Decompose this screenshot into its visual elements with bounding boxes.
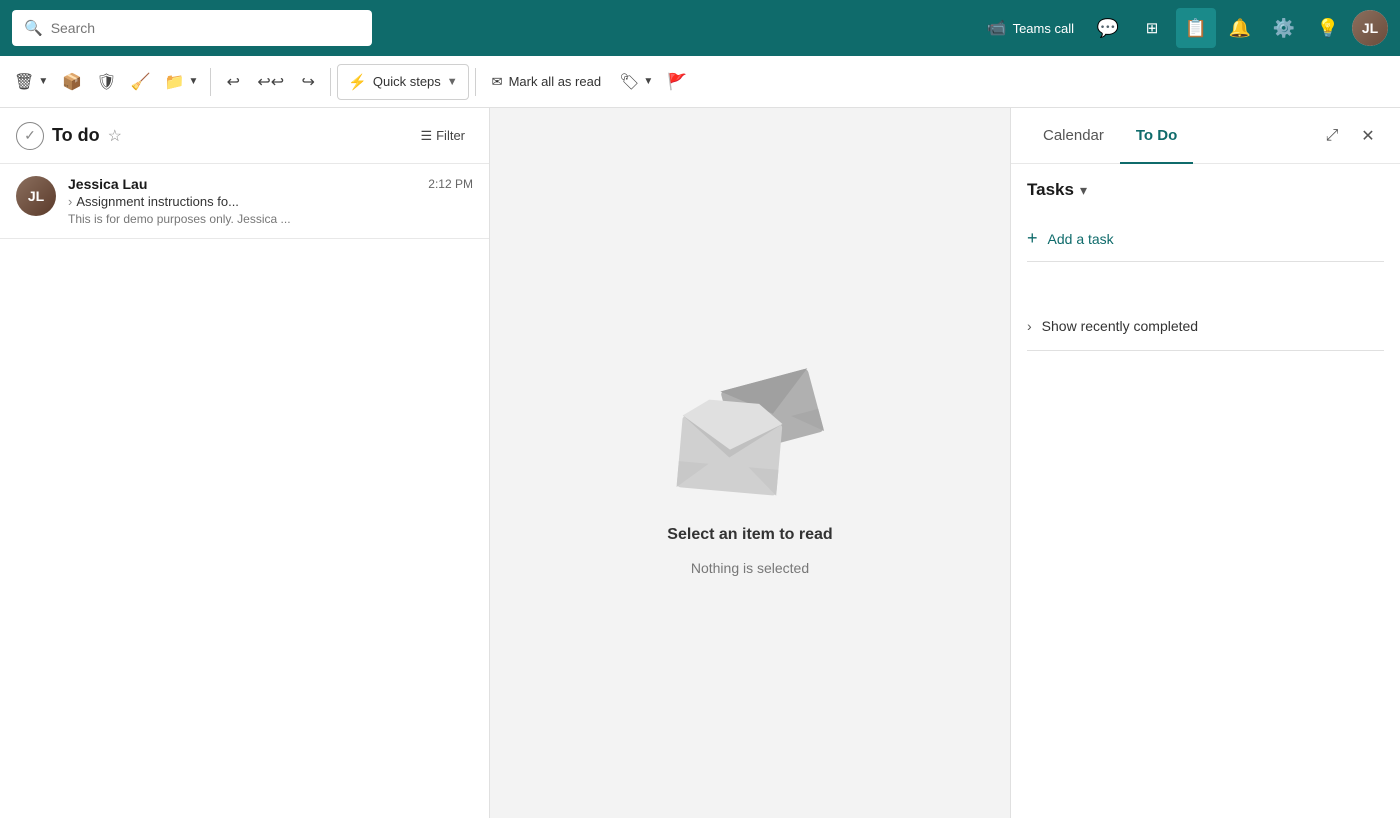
email-preview: This is for demo purposes only. Jessica … (68, 212, 473, 226)
immersive-reader-button[interactable]: ⊞ (1132, 8, 1172, 48)
avatar: JL (1352, 10, 1388, 46)
immersive-reader-icon: ⊞ (1146, 19, 1159, 37)
quick-steps-button[interactable]: ⚡ Quick steps ▼ (337, 64, 469, 100)
todo-close-button[interactable]: ✕ (1352, 120, 1384, 152)
toolbar: 🗑 ▼ 📦 🛡 🧹 📁 ▼ ↩ ↩↩ ↪ ⚡ Quick steps ▼ ✉ M… (0, 56, 1400, 108)
sweep-icon: 🧹 (131, 72, 151, 92)
show-completed-row[interactable]: › Show recently completed (1027, 302, 1384, 351)
empty-state-sub: Nothing is selected (691, 560, 809, 576)
tasks-header: Tasks ▾ (1027, 180, 1384, 200)
tasks-chevron-icon[interactable]: ▾ (1080, 182, 1087, 199)
move-button[interactable]: 📁 ▼ (159, 64, 205, 100)
search-input[interactable] (51, 20, 360, 36)
todo-header: Calendar To Do ⤢ ✕ (1011, 108, 1400, 164)
main-layout: ✓ To do ☆ ☰ Filter JL Jessica Lau 2:12 P… (0, 108, 1400, 818)
todo-panel: Calendar To Do ⤢ ✕ Tasks ▾ + (1010, 108, 1400, 818)
delete-button[interactable]: 🗑 ▼ (8, 64, 54, 100)
add-task-label: Add a task (1048, 231, 1114, 247)
chat-icon-button[interactable]: 💬 (1088, 8, 1128, 48)
email-panel: ✓ To do ☆ ☰ Filter JL Jessica Lau 2:12 P… (0, 108, 490, 818)
forward-icon: ↪ (301, 72, 314, 92)
settings-button[interactable]: ⚙️ (1264, 8, 1304, 48)
todo-nav-button[interactable]: 📋 (1176, 8, 1216, 48)
add-task-plus-icon: + (1027, 228, 1038, 249)
quick-steps-label: Quick steps (373, 74, 441, 89)
email-sender-name: Jessica Lau (68, 176, 147, 192)
flag-icon: 🚩 (667, 72, 687, 92)
shield-icon: 🛡 (96, 72, 116, 92)
topbar-actions: 📹 Teams call 💬 ⊞ 📋 🔔 ⚙️ 💡 JL (977, 8, 1388, 48)
archive-icon: 📦 (62, 72, 82, 92)
lightning-icon: ⚡ (348, 73, 367, 91)
email-content: Jessica Lau 2:12 PM › Assignment instruc… (68, 176, 473, 226)
add-task-row[interactable]: + Add a task (1027, 216, 1384, 262)
sweep-button[interactable]: 🧹 (125, 64, 157, 100)
user-avatar-button[interactable]: JL (1352, 10, 1388, 46)
email-item[interactable]: JL Jessica Lau 2:12 PM › Assignment inst… (0, 164, 489, 239)
folder-header: ✓ To do ☆ ☰ Filter (0, 108, 489, 164)
empty-state-title: Select an item to read (667, 526, 832, 544)
delete-dropdown-icon: ▼ (38, 76, 48, 87)
subject-prefix: › (68, 194, 72, 209)
folder-title: To do (52, 125, 100, 146)
archive-button[interactable]: 📦 (56, 64, 88, 100)
todo-expand-button[interactable]: ⤢ (1316, 120, 1348, 152)
gear-icon: ⚙️ (1273, 18, 1295, 39)
separator-1 (210, 68, 211, 96)
filter-icon: ☰ (420, 128, 432, 144)
undo-button[interactable]: ↩ (217, 64, 249, 100)
teams-call-button[interactable]: 📹 Teams call (977, 12, 1084, 44)
tasks-title: Tasks (1027, 180, 1074, 200)
separator-3 (475, 68, 476, 96)
tags-button[interactable]: 🏷 ▼ (613, 64, 659, 100)
tab-calendar[interactable]: Calendar (1027, 108, 1120, 164)
tag-icon: 🏷 (619, 72, 639, 92)
mark-all-read-button[interactable]: ✉ Mark all as read (482, 64, 611, 100)
folder-move-icon: 📁 (165, 72, 185, 92)
filter-label: Filter (436, 128, 465, 143)
email-time: 2:12 PM (428, 177, 473, 191)
reply-all-button[interactable]: ↩↩ (251, 64, 290, 100)
subject-text: Assignment instructions fo... (76, 194, 239, 209)
select-all-checkbox[interactable]: ✓ (16, 122, 44, 150)
email-subject: › Assignment instructions fo... (68, 194, 473, 209)
lightbulb-icon: 💡 (1317, 18, 1339, 39)
quick-steps-chevron: ▼ (447, 76, 458, 88)
tags-dropdown-icon: ▼ (643, 76, 653, 87)
chat-icon: 💬 (1097, 18, 1119, 39)
todo-icon: 📋 (1185, 18, 1207, 39)
close-icon: ✕ (1361, 126, 1374, 146)
junk-button[interactable]: 🛡 (90, 64, 122, 100)
show-completed-chevron-icon: › (1027, 318, 1032, 334)
notifications-button[interactable]: 🔔 (1220, 8, 1260, 48)
topbar: 🔍 📹 Teams call 💬 ⊞ 📋 🔔 ⚙️ 💡 JL (0, 0, 1400, 56)
reply-all-icon: ↩↩ (257, 72, 284, 92)
reading-pane: Select an item to read Nothing is select… (490, 108, 1010, 818)
separator-2 (330, 68, 331, 96)
envelope-open-icon: ✉ (492, 74, 503, 90)
email-sender-avatar: JL (16, 176, 56, 216)
filter-button[interactable]: ☰ Filter (412, 124, 473, 148)
mark-all-read-label: Mark all as read (509, 74, 601, 89)
star-icon[interactable]: ☆ (108, 126, 122, 146)
todo-header-icons: ⤢ ✕ (1316, 120, 1384, 152)
empty-state-illustration (660, 350, 840, 510)
undo-icon: ↩ (227, 72, 240, 92)
flag-button[interactable]: 🚩 (661, 64, 693, 100)
email-header: Jessica Lau 2:12 PM (68, 176, 473, 192)
search-icon: 🔍 (24, 19, 43, 37)
tab-todo[interactable]: To Do (1120, 108, 1193, 164)
show-completed-label: Show recently completed (1042, 318, 1198, 334)
move-dropdown-icon: ▼ (188, 76, 198, 87)
bell-icon: 🔔 (1229, 18, 1251, 39)
trash-icon: 🗑 (14, 72, 34, 92)
search-box[interactable]: 🔍 (12, 10, 372, 46)
forward-button[interactable]: ↪ (292, 64, 324, 100)
todo-body: Tasks ▾ + Add a task › Show recently com… (1011, 164, 1400, 818)
video-icon: 📹 (987, 18, 1007, 38)
help-button[interactable]: 💡 (1308, 8, 1348, 48)
expand-icon: ⤢ (1326, 127, 1339, 145)
